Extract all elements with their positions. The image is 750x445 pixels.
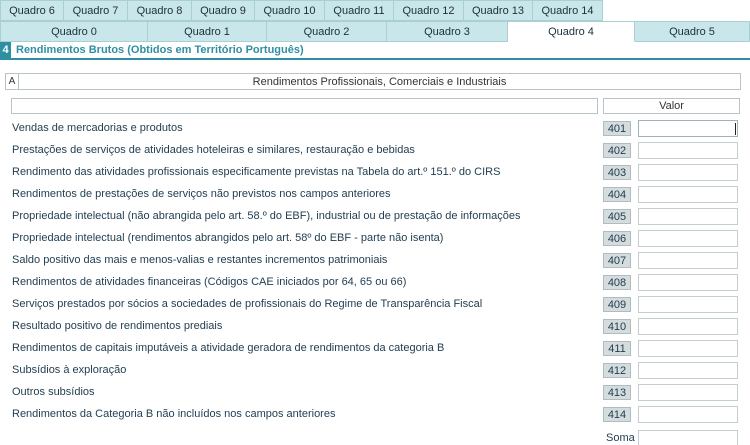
tab-quadro-1[interactable]: Quadro 1 bbox=[148, 21, 267, 42]
row-code: 403 bbox=[603, 165, 631, 180]
description-column-header bbox=[11, 98, 598, 114]
table-row: Resultado positivo de rendimentos predia… bbox=[0, 316, 750, 338]
table-row: Rendimento das atividades profissionais … bbox=[0, 162, 750, 184]
table-row: Rendimentos de atividades financeiras (C… bbox=[0, 272, 750, 294]
value-input-413[interactable] bbox=[638, 384, 738, 401]
table-row: Rendimentos de capitais imputáveis a ati… bbox=[0, 338, 750, 360]
row-code: 409 bbox=[603, 297, 631, 312]
section-title: Rendimentos Brutos (Obtidos em Territóri… bbox=[16, 44, 304, 56]
tab-quadro-13[interactable]: Quadro 13 bbox=[464, 0, 533, 21]
subsection-letter: A bbox=[5, 73, 19, 90]
tab-quadro-4[interactable]: Quadro 4 bbox=[508, 21, 635, 42]
value-input-412[interactable] bbox=[638, 362, 738, 379]
tab-quadro-12[interactable]: Quadro 12 bbox=[394, 0, 464, 21]
row-label: Serviços prestados por sócios a sociedad… bbox=[12, 298, 483, 310]
income-table: Vendas de mercadorias e produtos 401 Pre… bbox=[0, 118, 750, 426]
row-label: Rendimentos de capitais imputáveis a ati… bbox=[12, 342, 445, 354]
table-row: Vendas de mercadorias e produtos 401 bbox=[0, 118, 750, 140]
table-row: Prestações de serviços de atividades hot… bbox=[0, 140, 750, 162]
row-code: 414 bbox=[603, 407, 631, 422]
row-label: Prestações de serviços de atividades hot… bbox=[12, 144, 415, 156]
row-label: Rendimentos de atividades financeiras (C… bbox=[12, 276, 407, 288]
tab-quadro-7[interactable]: Quadro 7 bbox=[64, 0, 128, 21]
value-column-header: Valor bbox=[603, 98, 740, 114]
row-label: Resultado positivo de rendimentos predia… bbox=[12, 320, 223, 332]
tab-quadro-6[interactable]: Quadro 6 bbox=[0, 0, 64, 21]
table-row: Propriedade intelectual (rendimentos abr… bbox=[0, 228, 750, 250]
row-code: 406 bbox=[603, 231, 631, 246]
table-row: Saldo positivo das mais e menos-valias e… bbox=[0, 250, 750, 272]
row-label: Vendas de mercadorias e produtos bbox=[12, 122, 183, 134]
row-label: Rendimentos de prestações de serviços nã… bbox=[12, 188, 391, 200]
subsection-header: A Rendimentos Profissionais, Comerciais … bbox=[5, 73, 741, 90]
value-input-404[interactable] bbox=[638, 186, 738, 203]
section-number: 4 bbox=[0, 42, 11, 58]
tab-quadro-11[interactable]: Quadro 11 bbox=[325, 0, 394, 21]
sum-row: Soma bbox=[0, 429, 750, 445]
row-label: Outros subsídios bbox=[12, 386, 95, 398]
row-code: 413 bbox=[603, 385, 631, 400]
value-input-409[interactable] bbox=[638, 296, 738, 313]
tab-quadro-10[interactable]: Quadro 10 bbox=[255, 0, 325, 21]
section-header: 4 Rendimentos Brutos (Obtidos em Territó… bbox=[0, 42, 750, 60]
value-input-407[interactable] bbox=[638, 252, 738, 269]
row-label: Propriedade intelectual (não abrangida p… bbox=[12, 210, 521, 222]
row-code: 410 bbox=[603, 319, 631, 334]
value-input-411[interactable] bbox=[638, 340, 738, 357]
row-code: 408 bbox=[603, 275, 631, 290]
tab-quadro-9[interactable]: Quadro 9 bbox=[192, 0, 255, 21]
row-code: 407 bbox=[603, 253, 631, 268]
row-code: 405 bbox=[603, 209, 631, 224]
tab-quadro-3[interactable]: Quadro 3 bbox=[387, 21, 508, 42]
row-label: Propriedade intelectual (rendimentos abr… bbox=[12, 232, 444, 244]
sum-value-field bbox=[638, 430, 738, 445]
table-row: Rendimentos da Categoria B não incluídos… bbox=[0, 404, 750, 426]
table-row: Serviços prestados por sócios a sociedad… bbox=[0, 294, 750, 316]
value-input-414[interactable] bbox=[638, 406, 738, 423]
value-input-408[interactable] bbox=[638, 274, 738, 291]
tab-quadro-8[interactable]: Quadro 8 bbox=[128, 0, 192, 21]
tab-quadro-2[interactable]: Quadro 2 bbox=[267, 21, 387, 42]
table-row: Subsídios à exploração 412 bbox=[0, 360, 750, 382]
row-code: 404 bbox=[603, 187, 631, 202]
value-input-405[interactable] bbox=[638, 208, 738, 225]
row-code: 402 bbox=[603, 143, 631, 158]
row-code: 411 bbox=[603, 341, 631, 356]
subsection-title: Rendimentos Profissionais, Comerciais e … bbox=[19, 73, 741, 90]
value-input-406[interactable] bbox=[638, 230, 738, 247]
column-header: Valor bbox=[11, 98, 740, 114]
text-caret bbox=[735, 123, 736, 135]
row-label: Subsídios à exploração bbox=[12, 364, 127, 376]
row-label: Saldo positivo das mais e menos-valias e… bbox=[12, 254, 388, 266]
row-code: 412 bbox=[603, 363, 631, 378]
tab-quadro-14[interactable]: Quadro 14 bbox=[533, 0, 603, 21]
tab-row-bottom: Quadro 0 Quadro 1 Quadro 2 Quadro 3 Quad… bbox=[0, 21, 750, 42]
table-row: Propriedade intelectual (não abrangida p… bbox=[0, 206, 750, 228]
sum-label: Soma bbox=[606, 432, 635, 444]
tab-quadro-0[interactable]: Quadro 0 bbox=[0, 21, 148, 42]
value-input-401[interactable] bbox=[638, 120, 738, 137]
tab-quadro-5[interactable]: Quadro 5 bbox=[635, 21, 750, 42]
tab-row-top: Quadro 6 Quadro 7 Quadro 8 Quadro 9 Quad… bbox=[0, 0, 603, 21]
table-row: Outros subsídios 413 bbox=[0, 382, 750, 404]
value-input-410[interactable] bbox=[638, 318, 738, 335]
table-row: Rendimentos de prestações de serviços nã… bbox=[0, 184, 750, 206]
row-code: 401 bbox=[603, 121, 631, 136]
value-input-403[interactable] bbox=[638, 164, 738, 181]
value-input-402[interactable] bbox=[638, 142, 738, 159]
row-label: Rendimento das atividades profissionais … bbox=[12, 166, 501, 178]
row-label: Rendimentos da Categoria B não incluídos… bbox=[12, 408, 336, 420]
